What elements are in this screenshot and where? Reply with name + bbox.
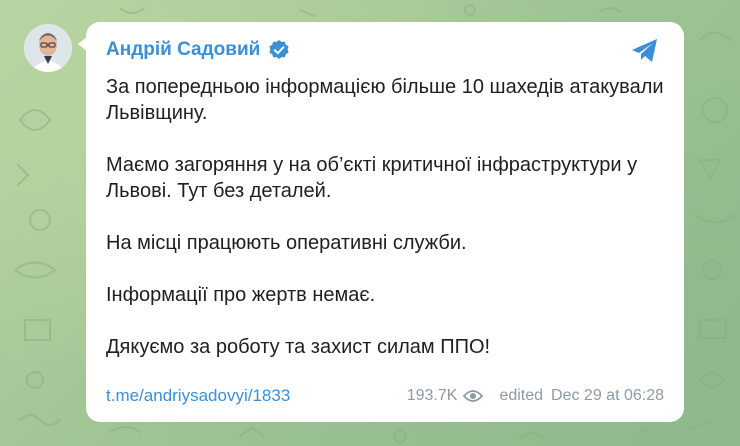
eye-icon [463, 389, 484, 403]
message-paragraph: Дякуємо за роботу та захист силам ППО! [106, 336, 491, 358]
verified-check-icon [268, 39, 290, 61]
message-meta: 193.7K edited Dec 29 at 06:28 [407, 387, 664, 405]
message-paragraph: Інформації про жертв немає. [106, 284, 376, 306]
message-paragraph: За попередньою інформацією більше 10 шах… [106, 76, 664, 124]
message-footer: t.me/andriysadovyi/1833 193.7K edited De… [106, 384, 664, 408]
message-paragraph: Маємо загоряння у на об’єкті критичної і… [106, 154, 638, 202]
message-paragraph: На місці працюють оперативні служби. [106, 232, 467, 254]
message-text: За попередньою інформацією більше 10 шах… [106, 74, 666, 360]
telegram-share-icon[interactable] [630, 36, 660, 66]
author-name[interactable]: Андрій Садовий [106, 39, 260, 61]
author-header[interactable]: Андрій Садовий [106, 39, 290, 61]
message-bubble: Андрій Садовий За попередньою інформаціє… [86, 22, 684, 422]
message-timestamp: Dec 29 at 06:28 [551, 387, 664, 404]
post-link[interactable]: t.me/andriysadovyi/1833 [106, 386, 290, 406]
edited-label: edited [499, 387, 544, 404]
view-count: 193.7K [406, 387, 458, 404]
author-avatar[interactable] [24, 24, 72, 72]
